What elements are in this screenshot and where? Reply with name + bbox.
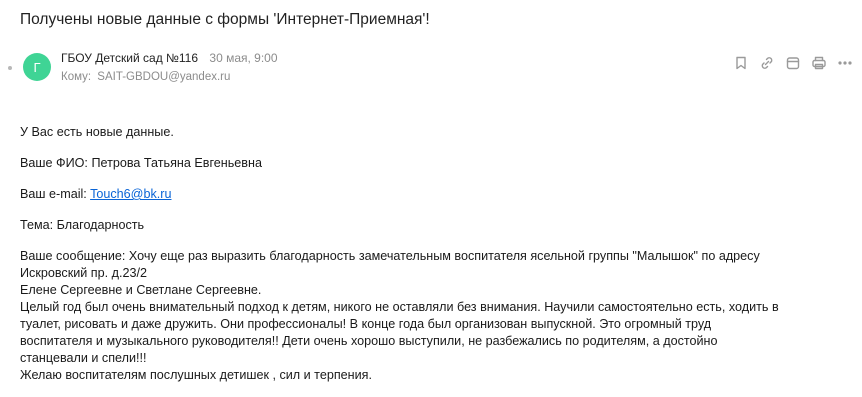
avatar[interactable]: Г: [23, 53, 51, 81]
email-link[interactable]: Touch6@bk.ru: [90, 187, 171, 201]
message-line: воспитателя и музыкального руководителя!…: [20, 334, 718, 348]
link-icon: [761, 57, 773, 69]
recipient-line: Кому: SAIT-GBDOU@yandex.ru: [61, 71, 230, 83]
topic-value: Благодарность: [56, 218, 145, 232]
message-line: Ваше сообщение: Хочу еще раз выразить бл…: [20, 249, 760, 263]
more-icon: [838, 61, 852, 65]
message-line: туалет, рисовать и даже дружить. Они про…: [20, 317, 712, 331]
topic-label: Тема:: [20, 218, 57, 232]
sent-date: 30 мая, 9:00: [209, 51, 278, 65]
message-line: Елене Сергеевне и Светлане Сергеевне.: [20, 283, 262, 297]
fio-line: Ваше ФИО: Петрова Татьяна Евгеньевна: [20, 155, 850, 172]
print-icon: [812, 56, 826, 70]
avatar-letter: Г: [33, 59, 41, 75]
more-button[interactable]: [837, 55, 853, 71]
email-actions: [733, 55, 853, 71]
sender-name[interactable]: ГБОУ Детский сад №116: [61, 51, 198, 65]
sender-line: ГБОУ Детский сад №116 30 мая, 9:00: [61, 51, 278, 65]
message-text: Ваше сообщение: Хочу еще раз выразить бл…: [20, 248, 850, 384]
calendar-icon: [786, 57, 800, 70]
fio-value: Петрова Татьяна Евгеньевна: [91, 156, 262, 170]
email-subject: Получены новые данные с формы 'Интернет-…: [20, 11, 430, 28]
email-body: У Вас есть новые данные. Ваше ФИО: Петро…: [20, 124, 850, 384]
bookmark-button[interactable]: [733, 55, 749, 71]
email-label: Ваш e-mail:: [20, 187, 91, 201]
intro-text: У Вас есть новые данные.: [20, 125, 174, 139]
read-status-dot[interactable]: [8, 66, 12, 70]
recipient-address[interactable]: SAIT-GBDOU@yandex.ru: [97, 71, 230, 83]
message-line: станцевали и спели!!!: [20, 351, 147, 365]
bookmark-icon: [736, 56, 746, 70]
recipient-label: Кому:: [61, 71, 92, 83]
message-line: Искровский пр. д.23/2: [20, 266, 147, 280]
message-line: Желаю воспитателям послушных детишек , с…: [20, 368, 372, 382]
fio-label: Ваше ФИО:: [20, 156, 92, 170]
message-line: Целый год был очень внимательный подход …: [20, 300, 779, 314]
email-line: Ваш e-mail: Touch6@bk.ru: [20, 186, 850, 203]
print-button[interactable]: [811, 55, 827, 71]
calendar-button[interactable]: [785, 55, 801, 71]
link-button[interactable]: [759, 55, 775, 71]
topic-line: Тема: Благодарность: [20, 217, 850, 234]
